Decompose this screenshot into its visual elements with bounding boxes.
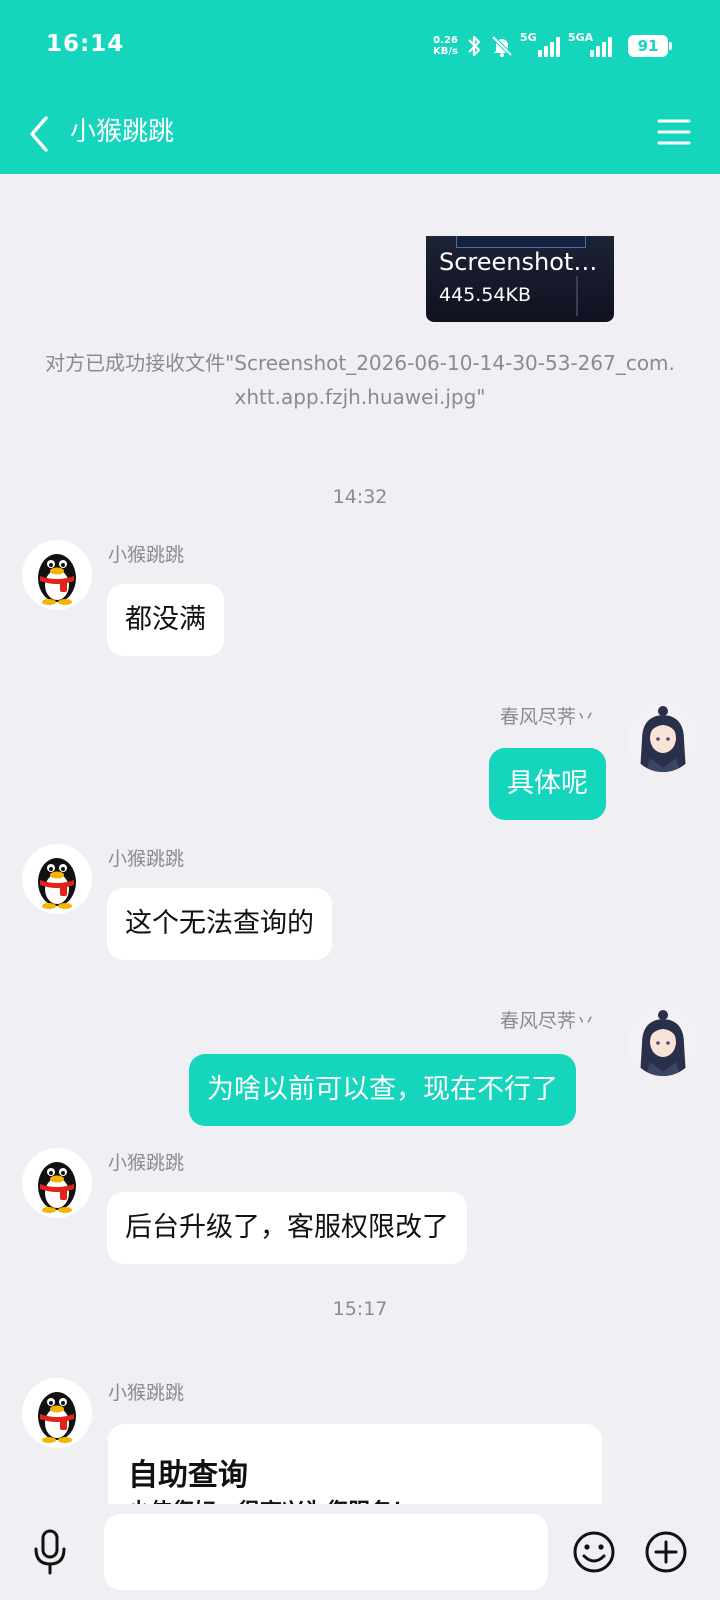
network-speed-value: 0.26	[433, 35, 458, 46]
network-speed: 0.26 KB/s	[433, 35, 458, 57]
anime-portrait-icon	[628, 702, 698, 772]
signal-strength-2: 5GA	[568, 31, 612, 57]
penguin-avatar[interactable]	[22, 540, 92, 610]
chat-header: 小猴跳跳	[0, 92, 720, 174]
message-bubble[interactable]: 为啥以前可以查，现在不行了	[189, 1054, 576, 1126]
message-bubble[interactable]: 后台升级了，客服权限改了	[107, 1192, 467, 1264]
file-thumbnail-decoration	[456, 236, 586, 248]
sender-name: 小猴跳跳	[108, 1152, 185, 1174]
sender-name: 小猴跳跳	[108, 544, 185, 566]
user-avatar[interactable]	[628, 1006, 698, 1076]
anime-portrait-icon	[628, 1006, 698, 1076]
mute-bell-icon	[491, 35, 513, 57]
sender-name: 小猴跳跳	[108, 1382, 185, 1404]
self-service-card[interactable]: 自助查询 少侠您好，很高兴为您服务！	[108, 1424, 602, 1504]
card-subtitle: 少侠您好，很高兴为您服务！	[128, 1494, 414, 1504]
sender-name: 春风尽荠丷	[500, 1010, 596, 1032]
file-name: Screenshot…	[439, 248, 598, 276]
penguin-avatar[interactable]	[22, 1148, 92, 1218]
message-list[interactable]: Screenshot… 445.54KB 对方已成功接收文件"Screensho…	[0, 174, 720, 1504]
network-speed-unit: KB/s	[433, 46, 458, 57]
sender-name: 春风尽荠丷	[500, 706, 596, 728]
signal-1-label: 5G	[520, 31, 537, 44]
file-size: 445.54KB	[439, 284, 531, 306]
user-avatar[interactable]	[628, 702, 698, 772]
signal-strength-1: 5G	[520, 31, 560, 57]
penguin-icon	[38, 1162, 76, 1213]
penguin-avatar[interactable]	[22, 844, 92, 914]
message-bubble[interactable]: 都没满	[107, 584, 224, 656]
signal-2-label: 5GA	[568, 31, 594, 44]
system-notice: 对方已成功接收文件"Screenshot_2026-06-10-14-30-53…	[45, 351, 675, 409]
message-input[interactable]	[104, 1514, 548, 1590]
time-divider: 14:32	[332, 486, 388, 508]
chat-title[interactable]: 小猴跳跳	[70, 112, 174, 152]
message-bubble[interactable]: 这个无法查询的	[107, 888, 332, 960]
smiley-icon[interactable]	[572, 1530, 616, 1574]
penguin-icon	[38, 554, 76, 605]
card-title: 自助查询	[128, 1458, 248, 1493]
hamburger-menu-icon[interactable]	[656, 114, 692, 150]
file-thumbnail-decoration	[576, 276, 606, 316]
chevron-left-icon[interactable]	[22, 112, 58, 156]
battery-indicator: 91	[628, 35, 672, 57]
status-bar: 16:14 0.26 KB/s 5G 5GA 91	[0, 0, 720, 92]
plus-circle-icon[interactable]	[644, 1530, 688, 1574]
time-divider: 15:17	[332, 1298, 388, 1320]
status-indicators: 0.26 KB/s 5G 5GA 91	[433, 31, 672, 60]
sender-name: 小猴跳跳	[108, 848, 185, 870]
file-message-card[interactable]: Screenshot… 445.54KB	[426, 236, 614, 322]
microphone-icon[interactable]	[28, 1528, 72, 1576]
message-bubble[interactable]: 具体呢	[489, 748, 606, 820]
status-time: 16:14	[46, 31, 125, 57]
penguin-avatar[interactable]	[22, 1378, 92, 1448]
bluetooth-icon	[468, 35, 481, 57]
penguin-icon	[38, 858, 76, 909]
penguin-icon	[38, 1392, 76, 1443]
input-bar	[0, 1504, 720, 1600]
